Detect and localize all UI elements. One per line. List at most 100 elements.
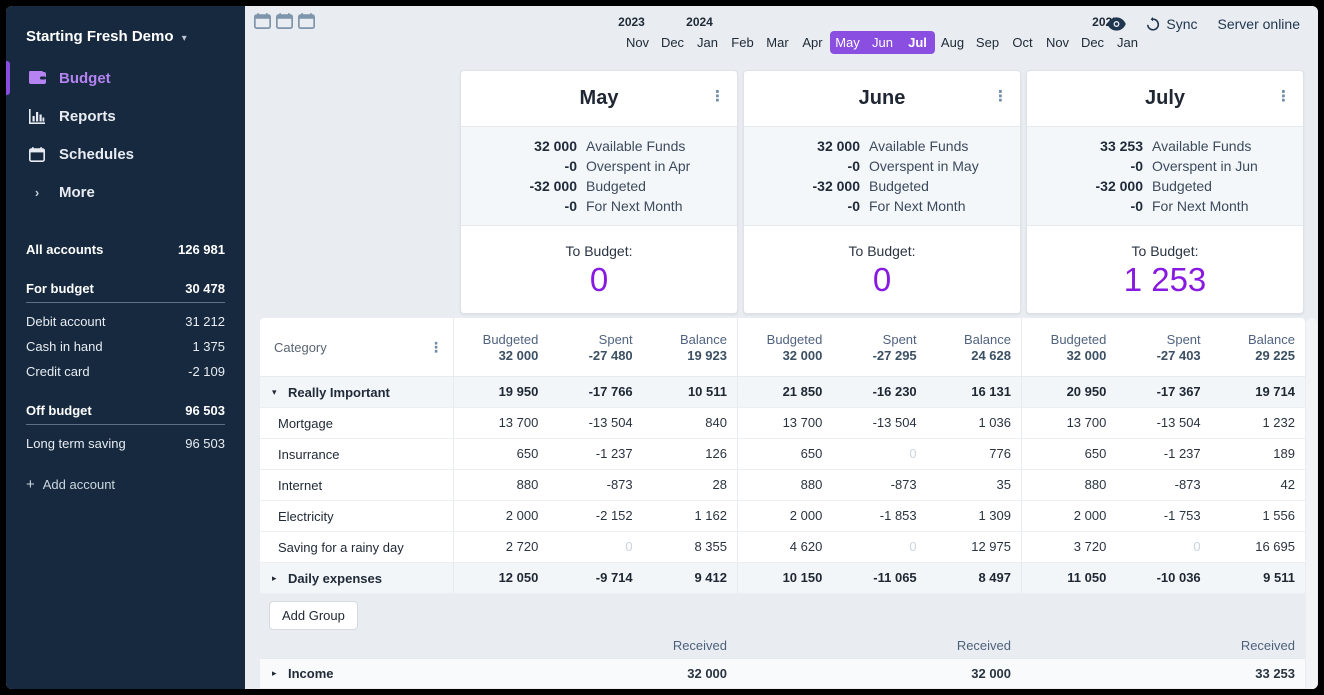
to-budget-amount[interactable]: 0 [873, 261, 891, 299]
cell-balance[interactable]: 9 511 [1211, 563, 1305, 593]
cell-balance[interactable]: 16 131 [927, 377, 1021, 407]
calendar-icon[interactable] [298, 13, 315, 34]
month-strip-item[interactable]: Mar [760, 31, 795, 54]
cell-spent[interactable]: -9 714 [548, 563, 642, 593]
cell-spent[interactable]: -1 237 [548, 439, 642, 469]
sync-button[interactable]: Sync [1146, 16, 1197, 32]
cell-spent[interactable]: -1 853 [832, 501, 926, 531]
calendar-icon[interactable] [254, 13, 271, 34]
income-name-cell[interactable]: ▸Income [260, 659, 453, 688]
sidebar-item-reports[interactable]: Reports [6, 97, 245, 135]
cell-balance[interactable]: 16 695 [1211, 532, 1305, 562]
cell-balance[interactable]: 1 162 [643, 501, 737, 531]
cell-spent[interactable]: 0 [548, 532, 642, 562]
account-row-1-0[interactable]: Long term saving96 503 [26, 431, 225, 456]
chevron-down-icon[interactable]: ▾ [272, 387, 282, 398]
cell-balance[interactable]: 1 309 [927, 501, 1021, 531]
group-name-cell[interactable]: ▾Really Important [260, 377, 453, 407]
cell-budgeted[interactable]: 650 [1022, 439, 1116, 469]
group-name-cell[interactable]: ▸Daily expenses [260, 563, 453, 593]
cell-budgeted[interactable]: 880 [454, 470, 548, 500]
cell-spent[interactable]: -13 504 [832, 408, 926, 438]
category-menu-button[interactable]: ⋮ [429, 340, 443, 354]
cell-spent[interactable]: -2 152 [548, 501, 642, 531]
chevron-right-icon[interactable]: ▸ [272, 573, 282, 584]
cell-balance[interactable]: 19 714 [1211, 377, 1305, 407]
cell-budgeted[interactable]: 10 150 [738, 563, 832, 593]
add-account-button[interactable]: +Add account [26, 476, 225, 493]
cell-budgeted[interactable]: 2 720 [454, 532, 548, 562]
cell-balance[interactable]: 840 [643, 408, 737, 438]
cell-budgeted[interactable]: 650 [738, 439, 832, 469]
month-strip-item[interactable]: May [830, 31, 865, 54]
cell-spent[interactable]: -10 036 [1116, 563, 1210, 593]
cell-balance[interactable]: 42 [1211, 470, 1305, 500]
sidebar-item-budget[interactable]: Budget [6, 59, 245, 97]
cell-balance[interactable]: 28 [643, 470, 737, 500]
cell-spent[interactable]: -13 504 [548, 408, 642, 438]
cell-spent[interactable]: -873 [832, 470, 926, 500]
sidebar-item-schedules[interactable]: Schedules [6, 135, 245, 173]
cell-balance[interactable]: 8 497 [927, 563, 1021, 593]
add-group-button[interactable]: Add Group [269, 601, 358, 630]
account-row-0-1[interactable]: Cash in hand1 375 [26, 334, 225, 359]
cell-spent[interactable]: -873 [1116, 470, 1210, 500]
cell-spent[interactable]: -17 766 [548, 377, 642, 407]
cell-budgeted[interactable]: 13 700 [738, 408, 832, 438]
privacy-eye-button[interactable] [1107, 17, 1126, 31]
month-strip-item[interactable]: Jul [900, 31, 935, 54]
cell-budgeted[interactable]: 13 700 [454, 408, 548, 438]
sidebar-item-more[interactable]: ›More [6, 173, 245, 211]
cell-balance[interactable]: 10 511 [643, 377, 737, 407]
budget-file-switcher[interactable]: Starting Fresh Demo ▾ [6, 6, 245, 59]
month-strip-item[interactable]: Jun [865, 31, 900, 54]
month-strip-item[interactable]: Jan [690, 31, 725, 54]
account-row-0-0[interactable]: Debit account31 212 [26, 309, 225, 334]
cell-budgeted[interactable]: 650 [454, 439, 548, 469]
category-name-cell[interactable]: Internet [260, 470, 453, 500]
category-name-cell[interactable]: Insurrance [260, 439, 453, 469]
cell-spent[interactable]: 0 [832, 532, 926, 562]
cell-budgeted[interactable]: 2 000 [1022, 501, 1116, 531]
month-strip-item[interactable]: Feb [725, 31, 760, 54]
cell-spent[interactable]: -1 753 [1116, 501, 1210, 531]
category-name-cell[interactable]: Mortgage [260, 408, 453, 438]
cell-budgeted[interactable]: 3 720 [1022, 532, 1116, 562]
cell-budgeted[interactable]: 11 050 [1022, 563, 1116, 593]
cell-balance[interactable]: 1 036 [927, 408, 1021, 438]
cell-balance[interactable]: 9 412 [643, 563, 737, 593]
cell-budgeted[interactable]: 13 700 [1022, 408, 1116, 438]
month-strip-item[interactable]: Sep [970, 31, 1005, 54]
cell-balance[interactable]: 189 [1211, 439, 1305, 469]
cell-budgeted[interactable]: 880 [738, 470, 832, 500]
vertical-scrollbar[interactable] [1306, 318, 1317, 689]
cell-spent[interactable]: 0 [832, 439, 926, 469]
month-menu-button[interactable]: ⋮ [1276, 89, 1291, 104]
cell-balance[interactable]: 126 [643, 439, 737, 469]
cell-spent[interactable]: -16 230 [832, 377, 926, 407]
category-name-cell[interactable]: Saving for a rainy day [260, 532, 453, 562]
month-menu-button[interactable]: ⋮ [710, 89, 725, 104]
to-budget-amount[interactable]: 1 253 [1124, 261, 1207, 299]
month-strip-item[interactable]: Oct [1005, 31, 1040, 54]
cell-balance[interactable]: 12 975 [927, 532, 1021, 562]
month-strip-item[interactable]: Dec [1075, 31, 1110, 54]
account-row-group-0[interactable]: For budget30 478 [26, 278, 225, 303]
cell-spent[interactable]: -873 [548, 470, 642, 500]
cell-spent[interactable]: -17 367 [1116, 377, 1210, 407]
month-strip-item[interactable]: Nov [620, 31, 655, 54]
server-status[interactable]: Server online [1218, 16, 1301, 32]
cell-balance[interactable]: 35 [927, 470, 1021, 500]
cell-budgeted[interactable]: 21 850 [738, 377, 832, 407]
cell-budgeted[interactable]: 2 000 [738, 501, 832, 531]
month-strip-item[interactable]: Aug [935, 31, 970, 54]
cell-budgeted[interactable]: 12 050 [454, 563, 548, 593]
month-strip-item[interactable]: Jan [1110, 31, 1145, 54]
month-strip-item[interactable]: Dec [655, 31, 690, 54]
category-name-cell[interactable]: Electricity [260, 501, 453, 531]
calendar-icon[interactable] [276, 13, 293, 34]
cell-budgeted[interactable]: 4 620 [738, 532, 832, 562]
cell-spent[interactable]: -1 237 [1116, 439, 1210, 469]
cell-budgeted[interactable]: 19 950 [454, 377, 548, 407]
cell-budgeted[interactable]: 2 000 [454, 501, 548, 531]
